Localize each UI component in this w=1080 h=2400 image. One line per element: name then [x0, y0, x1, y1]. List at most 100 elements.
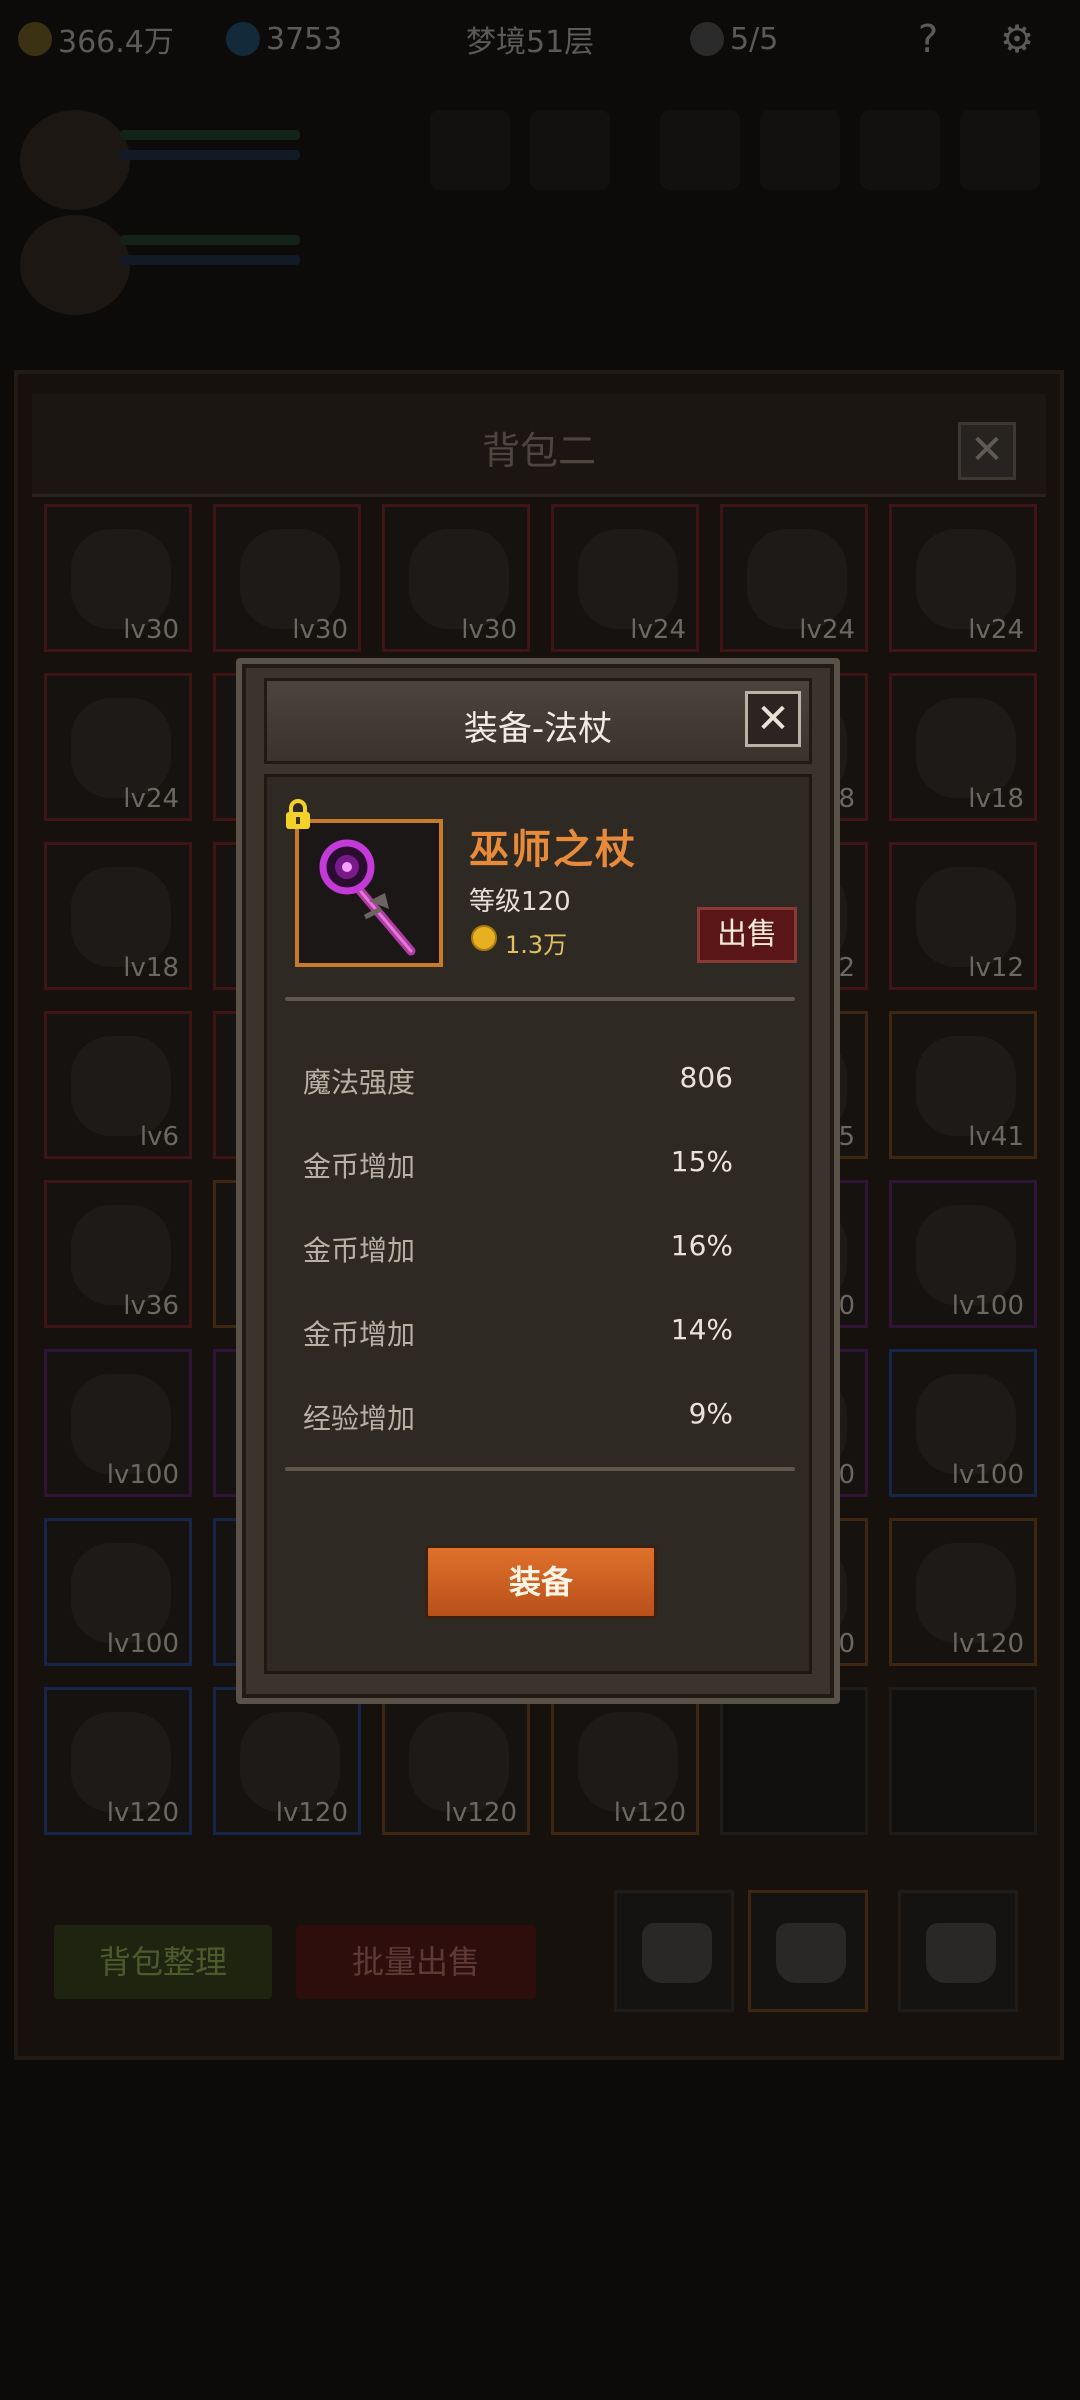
equip-slot[interactable] — [760, 110, 840, 190]
item-level-label: lv24 — [630, 615, 686, 645]
inventory-slot[interactable]: lv30 — [382, 504, 530, 652]
stat-value: 14% — [670, 1313, 733, 1346]
gold-counter: 366.4万 — [18, 14, 174, 64]
item-art — [71, 1374, 171, 1474]
item-icon-frame — [295, 819, 443, 967]
item-level-label: lv30 — [292, 615, 348, 645]
inventory-slot[interactable]: lv120 — [889, 1518, 1037, 1666]
bag-tab-3[interactable] — [898, 1890, 1018, 2012]
stat-value: 15% — [670, 1145, 733, 1178]
item-art — [747, 529, 847, 629]
equip-slot[interactable] — [660, 110, 740, 190]
inventory-slot[interactable]: lv24 — [720, 504, 868, 652]
equip-slot[interactable] — [530, 110, 610, 190]
equip-button[interactable]: 装备 — [425, 1545, 657, 1619]
inventory-slot[interactable]: lv120 — [551, 1687, 699, 1835]
top-resource-bar: 366.4万 3753 梦境51层 5/5 ? ⚙ — [0, 0, 1080, 80]
inventory-slot[interactable]: lv24 — [889, 504, 1037, 652]
item-art — [916, 698, 1016, 798]
stat-name: 金币增加 — [303, 1318, 416, 1351]
item-level-label: lv30 — [123, 615, 179, 645]
item-level-label: lv100 — [106, 1460, 179, 1490]
key-icon — [690, 22, 724, 56]
organize-bag-button[interactable]: 背包整理 — [54, 1925, 272, 1999]
item-level-label: lv100 — [951, 1291, 1024, 1321]
gem-counter: 3753 — [226, 14, 342, 64]
item-art — [916, 1036, 1016, 1136]
inventory-slot[interactable]: lv100 — [889, 1180, 1037, 1328]
bulk-sell-button[interactable]: 批量出售 — [296, 1925, 536, 1999]
item-level-label: lv24 — [123, 784, 179, 814]
inventory-slot[interactable]: lv12 — [889, 842, 1037, 990]
stat-row: 金币增加 16% — [303, 1229, 733, 1269]
item-art — [240, 1712, 340, 1812]
bag-title: 背包二 — [481, 429, 596, 473]
divider — [285, 997, 795, 1001]
inventory-slot[interactable]: lv120 — [44, 1687, 192, 1835]
hero-avatar[interactable] — [20, 110, 130, 210]
inventory-slot[interactable]: lv30 — [213, 504, 361, 652]
item-art — [71, 1543, 171, 1643]
item-art — [916, 1374, 1016, 1474]
lock-icon[interactable] — [283, 799, 313, 831]
inventory-slot[interactable]: lv24 — [551, 504, 699, 652]
hero-hp-bar — [120, 235, 300, 245]
stat-row: 经验增加 9% — [303, 1397, 733, 1437]
item-art — [916, 1205, 1016, 1305]
inventory-empty-slot[interactable] — [889, 1687, 1037, 1835]
inventory-slot[interactable]: lv6 — [44, 1011, 192, 1159]
item-art — [916, 867, 1016, 967]
equip-slot[interactable] — [430, 110, 510, 190]
item-art — [71, 867, 171, 967]
item-level-label: lv100 — [106, 1629, 179, 1659]
item-level-label: lv18 — [123, 953, 179, 983]
item-art — [916, 1543, 1016, 1643]
inventory-slot[interactable]: lv36 — [44, 1180, 192, 1328]
stat-name: 经验增加 — [303, 1402, 416, 1435]
backpack-icon — [926, 1923, 996, 1983]
item-level-label: lv24 — [968, 615, 1024, 645]
key-amount: 5/5 — [730, 21, 779, 57]
item-level-label: lv41 — [968, 1122, 1024, 1152]
backpack-icon — [776, 1923, 846, 1983]
gem-amount: 3753 — [266, 21, 343, 57]
stat-name: 魔法强度 — [303, 1066, 416, 1099]
item-level-label: lv36 — [123, 1291, 179, 1321]
inventory-slot[interactable]: lv41 — [889, 1011, 1037, 1159]
equip-slot[interactable] — [960, 110, 1040, 190]
question-icon[interactable]: ? — [918, 14, 938, 64]
item-level-label: lv120 — [444, 1798, 517, 1828]
equipment-detail-dialog: 装备-法杖 ✕ 巫师之杖 等级120 1.3万 出售 魔法强度 806 金币增加… — [236, 658, 840, 1704]
hero-mp-bar — [120, 150, 300, 160]
item-art — [71, 698, 171, 798]
inventory-slot[interactable]: lv24 — [44, 673, 192, 821]
item-level-label: 0 — [838, 1460, 855, 1490]
bag-tab-2[interactable] — [748, 1890, 868, 2012]
inventory-slot[interactable]: lv120 — [213, 1687, 361, 1835]
stat-row: 魔法强度 806 — [303, 1061, 733, 1101]
item-art — [240, 529, 340, 629]
item-art — [409, 529, 509, 629]
item-price: 1.3万 — [505, 931, 568, 959]
dialog-header: 装备-法杖 ✕ — [264, 678, 812, 764]
hero-avatar[interactable] — [20, 215, 130, 315]
inventory-empty-slot[interactable] — [720, 1687, 868, 1835]
bag-close-button[interactable]: ✕ — [958, 422, 1016, 480]
item-art — [409, 1712, 509, 1812]
inventory-slot[interactable]: lv30 — [44, 504, 192, 652]
equip-slot[interactable] — [860, 110, 940, 190]
gold-amount: 366.4万 — [58, 25, 174, 60]
sell-button[interactable]: 出售 — [697, 907, 797, 963]
gear-icon[interactable]: ⚙ — [1000, 14, 1034, 64]
inventory-slot[interactable]: lv120 — [382, 1687, 530, 1835]
inventory-slot[interactable]: lv100 — [44, 1349, 192, 1497]
bag-tab-1[interactable] — [614, 1890, 734, 2012]
inventory-slot[interactable]: lv18 — [889, 673, 1037, 821]
item-art — [71, 1712, 171, 1812]
dialog-close-button[interactable]: ✕ — [745, 691, 801, 747]
stat-value: 806 — [679, 1061, 733, 1094]
inventory-slot[interactable]: lv18 — [44, 842, 192, 990]
item-art — [71, 1205, 171, 1305]
inventory-slot[interactable]: lv100 — [889, 1349, 1037, 1497]
inventory-slot[interactable]: lv100 — [44, 1518, 192, 1666]
